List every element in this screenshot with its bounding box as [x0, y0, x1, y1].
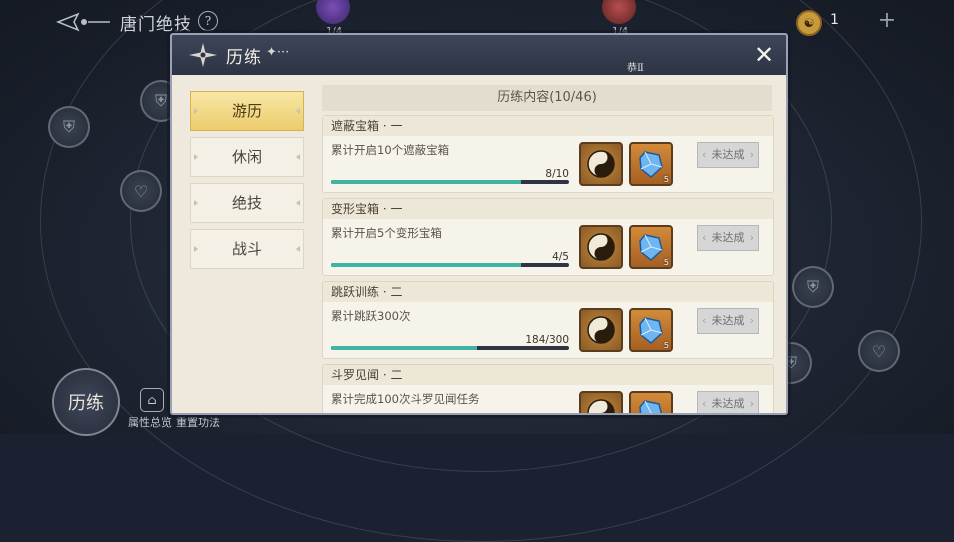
quest-description: 累计完成100次斗罗见闻任务 — [331, 392, 480, 406]
tab-skills[interactable]: 绝技 — [190, 183, 304, 223]
quest-card: 遮蔽宝箱 · 一 累计开启10个遮蔽宝箱 8/10 5 未达成 — [322, 115, 774, 193]
quest-progress-fill — [331, 263, 522, 267]
skill-node-heart-icon[interactable]: ♡ — [858, 330, 900, 372]
quest-description: 累计开启10个遮蔽宝箱 — [331, 143, 450, 157]
quest-progress-text: 184/300 — [525, 334, 569, 346]
training-main-label: 历练 — [68, 393, 104, 414]
currency-count: 1 — [830, 12, 839, 28]
quest-progress-bar — [331, 346, 569, 350]
reward-crystal-icon[interactable]: 5 — [629, 391, 673, 413]
training-main-button[interactable]: 历练 — [52, 368, 120, 436]
reward-count: 5 — [663, 175, 669, 184]
quest-description: 累计跳跃300次 — [331, 309, 411, 323]
quest-progress-bar — [331, 180, 569, 184]
reward-count: 5 — [663, 258, 669, 267]
reward-count: 5 — [663, 341, 669, 350]
reward-taiji-icon[interactable] — [579, 225, 623, 269]
quest-progress-text: 4/5 — [552, 251, 569, 263]
quest-title: 斗罗见闻 · 二 — [323, 365, 773, 385]
quest-progress-text: 8/10 — [545, 168, 569, 180]
compass-emblem-icon — [189, 43, 217, 67]
add-currency-button[interactable]: + — [876, 8, 898, 34]
reward-taiji-icon[interactable] — [579, 142, 623, 186]
claim-button-disabled[interactable]: 未达成 — [697, 142, 759, 168]
attribute-overview-link[interactable]: 属性总览 — [128, 416, 172, 429]
tab-combat[interactable]: 战斗 — [190, 229, 304, 269]
help-icon[interactable]: ? — [198, 11, 218, 31]
close-button[interactable]: ✕ — [750, 41, 778, 69]
skill-node-shield-icon[interactable]: ⛨ — [48, 106, 90, 148]
quest-progress-bar — [331, 263, 569, 267]
skill-node-shield-icon[interactable]: ⛨ — [792, 266, 834, 308]
dialog-header-fragment: 恭Ⅱ — [627, 63, 644, 74]
quest-title: 变形宝箱 · 一 — [323, 199, 773, 219]
claim-button-disabled[interactable]: 未达成 — [697, 391, 759, 413]
page-title: 唐门绝技 — [120, 15, 192, 35]
bottom-labels: 属性总览 重置功法 — [128, 414, 224, 430]
reward-crystal-icon[interactable]: 5 — [629, 308, 673, 352]
quest-card: 变形宝箱 · 一 累计开启5个变形宝箱 4/5 5 未达成 — [322, 198, 774, 276]
quest-title: 遮蔽宝箱 · 一 — [323, 116, 773, 136]
quest-description: 累计开启5个变形宝箱 — [331, 226, 442, 240]
wing-emblem-icon — [56, 12, 110, 32]
claim-button-disabled[interactable]: 未达成 — [697, 225, 759, 251]
reset-skills-link[interactable]: 重置功法 — [176, 416, 220, 429]
dialog-title-ornament: ✦··· — [266, 45, 290, 60]
reward-taiji-icon[interactable] — [579, 391, 623, 413]
category-tabs: 游历 休闲 绝技 战斗 — [190, 91, 306, 275]
tab-travel[interactable]: 游历 — [190, 91, 304, 131]
quest-progress-fill — [331, 180, 522, 184]
skill-node-heart-icon[interactable]: ♡ — [120, 170, 162, 212]
reward-crystal-icon[interactable]: 5 — [629, 225, 673, 269]
quest-title: 跳跃训练 · 二 — [323, 282, 773, 302]
quest-list[interactable]: 遮蔽宝箱 · 一 累计开启10个遮蔽宝箱 8/10 5 未达成 变形宝箱 · 一… — [322, 115, 774, 413]
tab-leisure[interactable]: 休闲 — [190, 137, 304, 177]
content-header: 历练内容(10/46) — [322, 85, 772, 111]
quest-progress-fill — [331, 346, 477, 350]
overview-icon[interactable]: ⌂ — [140, 388, 164, 412]
taiji-coin-icon: ☯ — [796, 10, 822, 36]
dialog-title: 历练 — [226, 48, 262, 68]
reward-taiji-icon[interactable] — [579, 308, 623, 352]
training-dialog: 历练 ✦··· 恭Ⅱ ✕ 游历 休闲 绝技 战斗 历练内容(10/46) 遮蔽宝… — [170, 33, 788, 415]
dialog-header: 历练 ✦··· 恭Ⅱ ✕ — [172, 35, 786, 75]
reward-crystal-icon[interactable]: 5 — [629, 142, 673, 186]
claim-button-disabled[interactable]: 未达成 — [697, 308, 759, 334]
quest-card: 跳跃训练 · 二 累计跳跃300次 184/300 5 未达成 — [322, 281, 774, 359]
quest-card: 斗罗见闻 · 二 累计完成100次斗罗见闻任务 5 未达成 — [322, 364, 774, 413]
